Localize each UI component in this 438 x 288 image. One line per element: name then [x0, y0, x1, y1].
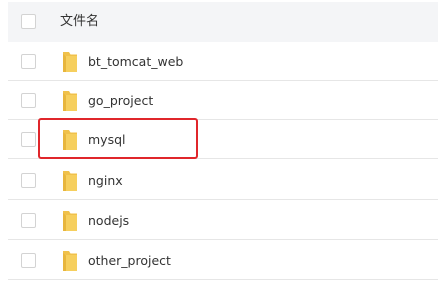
file-name[interactable]: bt_tomcat_web [88, 53, 183, 71]
file-row-nodejs[interactable]: nodejs [8, 201, 438, 240]
file-name[interactable]: mysql [88, 131, 126, 149]
row-checkbox[interactable] [21, 253, 36, 268]
file-list-header: 文件名 [8, 2, 438, 42]
file-name[interactable]: nodejs [88, 212, 129, 230]
folder-icon [63, 130, 77, 150]
file-row-other-project[interactable]: other_project [8, 241, 438, 280]
folder-icon [63, 171, 77, 191]
row-checkbox[interactable] [21, 54, 36, 69]
row-checkbox[interactable] [21, 93, 36, 108]
file-name[interactable]: other_project [88, 252, 171, 270]
row-checkbox[interactable] [21, 132, 36, 147]
row-checkbox[interactable] [21, 173, 36, 188]
folder-icon [63, 211, 77, 231]
file-row-go-project[interactable]: go_project [8, 81, 438, 120]
file-row-mysql[interactable]: mysql [8, 120, 438, 159]
file-row-bt-tomcat-web[interactable]: bt_tomcat_web [8, 42, 438, 81]
row-checkbox[interactable] [21, 213, 36, 228]
filename-column-header[interactable]: 文件名 [60, 13, 99, 31]
folder-icon [63, 251, 77, 271]
file-name[interactable]: go_project [88, 92, 153, 110]
file-row-nginx[interactable]: nginx [8, 161, 438, 200]
file-name[interactable]: nginx [88, 172, 123, 190]
folder-icon [63, 52, 77, 72]
folder-icon [63, 91, 77, 111]
select-all-checkbox[interactable] [21, 14, 36, 29]
